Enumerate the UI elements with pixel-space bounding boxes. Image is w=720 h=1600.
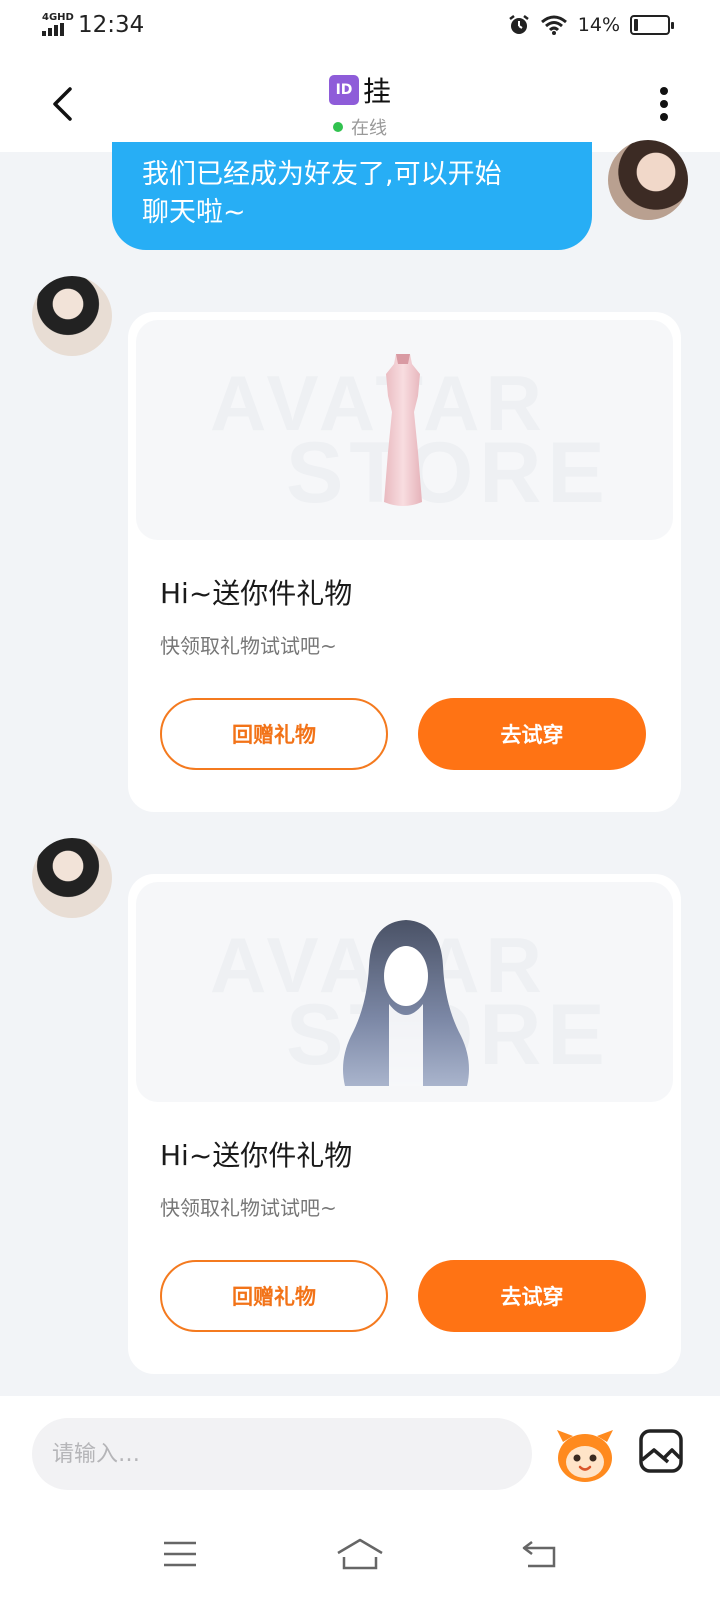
watermark-text: STORE — [286, 425, 611, 521]
battery-icon — [630, 15, 674, 35]
id-badge: ID — [328, 75, 359, 105]
menu-icon — [164, 1541, 196, 1567]
title-row: ID 挂 — [328, 70, 391, 110]
image-picker-button[interactable] — [638, 1428, 688, 1478]
try-on-button[interactable]: 去试穿 — [418, 1260, 646, 1332]
more-options-button[interactable] — [644, 82, 684, 126]
mascot-emoji-icon — [557, 1430, 613, 1482]
message-line: 聊天啦~ — [142, 197, 246, 228]
return-gift-button[interactable]: 回赠礼物 — [160, 1260, 388, 1332]
wifi-icon — [540, 15, 567, 35]
system-nav-bar — [0, 1508, 720, 1600]
more-vertical-icon — [660, 87, 668, 121]
signal-bar-icon — [48, 28, 52, 36]
return-gift-button[interactable]: 回赠礼物 — [160, 698, 388, 770]
presence-row: 在线 — [0, 114, 720, 140]
wig-icon — [343, 920, 469, 1086]
gift-card: AVATAR STORE Hi~送你件礼物 快领取礼物试试吧~ 回赠礼物 去试穿 — [128, 312, 681, 812]
battery-fill — [634, 19, 638, 31]
my-message-bubble[interactable]: 我们已经成为好友了,可以开始 聊天啦~ — [112, 142, 592, 250]
home-icon — [337, 1538, 383, 1570]
image-icon — [639, 1429, 683, 1473]
gift-title: Hi~送你件礼物 — [160, 1139, 353, 1172]
dress-icon — [384, 354, 422, 506]
try-on-button[interactable]: 去试穿 — [418, 698, 646, 770]
chat-title: ID 挂 在线 — [0, 70, 720, 140]
status-left: 4GHD 12:34 — [40, 12, 144, 38]
gift-title: Hi~送你件礼物 — [160, 577, 353, 610]
menu-button[interactable] — [150, 1536, 210, 1572]
my-avatar[interactable] — [608, 140, 688, 220]
contact-avatar[interactable] — [32, 838, 112, 918]
contact-avatar[interactable] — [32, 276, 112, 356]
presence-status: 在线 — [351, 118, 387, 139]
status-bar: 4GHD 12:34 14% — [0, 0, 720, 56]
clock: 12:34 — [78, 12, 145, 38]
gift-subtitle: 快领取礼物试试吧~ — [160, 1196, 337, 1220]
status-right: 14% — [508, 14, 674, 36]
alarm-icon — [509, 15, 529, 34]
back-nav-button[interactable] — [510, 1536, 570, 1572]
gift-image[interactable]: AVATAR STORE — [136, 882, 673, 1102]
network-indicator: 4GHD — [40, 12, 74, 38]
gift-image[interactable]: AVATAR STORE — [136, 320, 673, 540]
gift-subtitle: 快领取礼物试试吧~ — [160, 634, 337, 658]
input-bar — [0, 1396, 720, 1508]
signal-bar-icon — [54, 25, 58, 36]
signal-bar-icon — [42, 31, 46, 36]
contact-name: 挂 — [362, 75, 391, 108]
battery-percent: 14% — [577, 14, 620, 36]
return-icon — [522, 1541, 556, 1568]
message-input[interactable] — [32, 1418, 532, 1490]
mascot-button[interactable] — [553, 1422, 617, 1486]
network-label: 4GHD — [42, 12, 74, 23]
message-line: 我们已经成为好友了,可以开始 — [142, 159, 502, 190]
chat-header: ID 挂 在线 — [0, 56, 720, 152]
home-button[interactable] — [330, 1536, 390, 1572]
online-dot-icon — [333, 122, 343, 132]
signal-bar-icon — [60, 23, 64, 36]
gift-card: AVATAR STORE Hi~送你件礼物 快领取礼物试试吧~ 回赠礼物 去试穿 — [128, 874, 681, 1374]
